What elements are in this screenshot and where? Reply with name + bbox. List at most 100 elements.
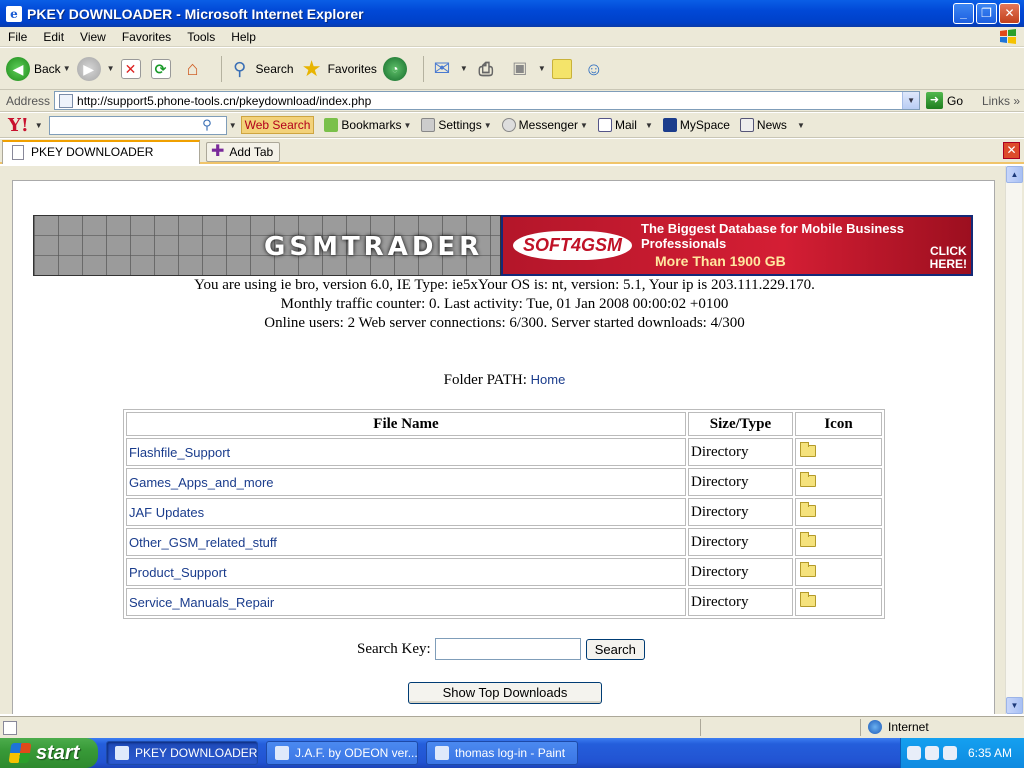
taskbar-item-paint[interactable]: thomas log-in - Paint	[426, 741, 578, 765]
file-link[interactable]: Product_Support	[126, 558, 686, 586]
search-key-input[interactable]	[434, 638, 581, 660]
yahoo-search-input[interactable]: ⚲	[48, 115, 227, 135]
myspace-icon	[662, 118, 677, 132]
folder-icon[interactable]	[800, 592, 816, 607]
taskbar-item-pkey-downloader[interactable]: PKEY DOWNLOADER ...	[106, 741, 258, 765]
banner-click-here[interactable]: CLICK HERE!	[930, 245, 967, 271]
icon-cell	[795, 588, 882, 616]
edit-button[interactable]: ▣ ▼	[508, 57, 546, 81]
banner-tagline: The Biggest Database for Mobile Business…	[641, 221, 904, 251]
minimize-button[interactable]: _	[953, 3, 974, 24]
go-button[interactable]: ➜ Go	[926, 92, 963, 109]
menu-favorites[interactable]: Favorites	[114, 30, 179, 44]
table-row: Other_GSM_related_stuff Directory	[126, 528, 882, 556]
tray-messenger-icon[interactable]	[943, 746, 957, 760]
file-link[interactable]: Flashfile_Support	[126, 438, 686, 466]
links-button[interactable]: Links »	[982, 94, 1020, 108]
address-input[interactable]: http://support5.phone-tools.cn/pkeydownl…	[54, 91, 921, 110]
soft4gsm-banner[interactable]: SOFT4GSM The Biggest Database for Mobile…	[501, 215, 973, 276]
file-link[interactable]: Games_Apps_and_more	[126, 468, 686, 496]
add-tab-button[interactable]: ✚ Add Tab	[206, 142, 281, 162]
plus-icon: ✚	[211, 143, 225, 160]
search-icon[interactable]: ⚲	[202, 117, 212, 133]
edit-dropdown-icon[interactable]: ▼	[538, 64, 546, 73]
folder-icon[interactable]	[800, 532, 816, 547]
search-key-label: Search Key:	[357, 640, 431, 657]
gsmtrader-banner[interactable]: GSMTRADER	[33, 215, 501, 276]
yahoo-logo[interactable]: Y!	[8, 115, 29, 136]
globe-icon	[868, 720, 882, 734]
tray-network-icon[interactable]	[907, 746, 921, 760]
menu-tools[interactable]: Tools	[179, 30, 223, 44]
myspace-button[interactable]: MySpace	[662, 118, 730, 132]
edit-icon: ▣	[512, 59, 528, 77]
scroll-down-icon[interactable]: ▼	[1006, 697, 1023, 714]
address-dropdown-icon[interactable]: ▼	[902, 92, 920, 109]
page-icon	[59, 93, 74, 108]
mail-toolbar-button[interactable]: Mail ▼	[597, 118, 653, 132]
start-button[interactable]: start	[0, 738, 98, 768]
messenger-toolbar-button[interactable]: Messenger ▼	[501, 118, 588, 132]
media-button[interactable]: ◔	[382, 56, 411, 81]
folder-path-home-link[interactable]: Home	[531, 372, 566, 387]
yahoo-dropdown-icon[interactable]: ▼	[35, 121, 43, 130]
mail-dropdown-icon[interactable]: ▼	[460, 64, 468, 73]
back-button[interactable]: ◀ Back ▼	[6, 56, 71, 81]
file-link[interactable]: JAF Updates	[126, 498, 686, 526]
title-bar[interactable]: e PKEY DOWNLOADER - Microsoft Internet E…	[0, 0, 1024, 27]
address-label: Address	[6, 93, 51, 108]
taskbar-item-label: thomas log-in - Paint	[455, 746, 566, 760]
windows-flag-icon	[8, 743, 32, 763]
page-icon	[12, 145, 24, 160]
web-page: GSMTRADER SOFT4GSM The Biggest Database …	[12, 180, 995, 714]
notes-button[interactable]	[551, 58, 576, 79]
maximize-button[interactable]: ❐	[976, 3, 997, 24]
back-dropdown-icon[interactable]: ▼	[63, 64, 71, 73]
menu-view[interactable]: View	[72, 30, 114, 44]
web-search-button[interactable]: Web Search	[240, 116, 315, 134]
gsmtrader-logo: GSMTRADER	[264, 232, 484, 262]
favorites-button[interactable]: ★ Favorites	[300, 56, 377, 81]
messenger-button[interactable]: ☺	[582, 57, 610, 81]
yahoo-search-dropdown-icon[interactable]: ▼	[229, 121, 237, 130]
forward-dropdown-icon[interactable]: ▼	[107, 64, 115, 73]
refresh-button[interactable]: ⟳	[150, 58, 175, 79]
folder-icon[interactable]	[800, 472, 816, 487]
folder-icon[interactable]	[800, 562, 816, 577]
bookmarks-button[interactable]: Bookmarks ▼	[324, 118, 411, 132]
mail-button[interactable]: ✉ ▼	[430, 57, 468, 81]
search-submit-button[interactable]: Search	[585, 638, 645, 660]
clock[interactable]: 6:35 AM	[968, 746, 1012, 760]
address-bar: Address http://support5.phone-tools.cn/p…	[0, 90, 1024, 112]
tray-volume-icon[interactable]	[925, 746, 939, 760]
scroll-up-icon[interactable]: ▲	[1006, 166, 1023, 183]
address-url[interactable]: http://support5.phone-tools.cn/pkeydownl…	[77, 94, 371, 108]
search-button[interactable]: ⚲ Search	[228, 57, 294, 81]
add-tab-label: Add Tab	[229, 145, 274, 159]
close-button[interactable]: ✕	[999, 3, 1020, 24]
close-tab-button[interactable]: ✕	[1003, 142, 1020, 159]
file-type: Directory	[688, 588, 793, 616]
news-button[interactable]: News ▼	[739, 118, 805, 132]
vertical-scrollbar[interactable]: ▲ ▼	[1005, 166, 1023, 714]
print-button[interactable]: ⎙	[474, 57, 502, 81]
settings-button[interactable]: Settings ▼	[421, 118, 492, 132]
forward-button[interactable]: ▶ ▼	[76, 56, 115, 81]
folder-icon[interactable]	[800, 442, 816, 457]
stop-icon: ✕	[120, 58, 141, 79]
taskbar-item-jaf[interactable]: J.A.F. by ODEON ver...	[266, 741, 418, 765]
file-link[interactable]: Service_Manuals_Repair	[126, 588, 686, 616]
start-label: start	[36, 741, 80, 764]
status-bar: Internet	[0, 716, 1024, 738]
folder-icon[interactable]	[800, 502, 816, 517]
menu-help[interactable]: Help	[223, 30, 264, 44]
file-link[interactable]: Other_GSM_related_stuff	[126, 528, 686, 556]
menu-file[interactable]: File	[0, 30, 35, 44]
show-top-downloads-button[interactable]: Show Top Downloads	[408, 682, 602, 704]
tab-pkey-downloader[interactable]: PKEY DOWNLOADER	[2, 140, 200, 164]
home-button[interactable]: ⌂	[181, 57, 209, 81]
toolbar-separator	[220, 55, 222, 82]
settings-icon	[421, 118, 436, 132]
stop-button[interactable]: ✕	[120, 58, 145, 79]
menu-edit[interactable]: Edit	[35, 30, 72, 44]
